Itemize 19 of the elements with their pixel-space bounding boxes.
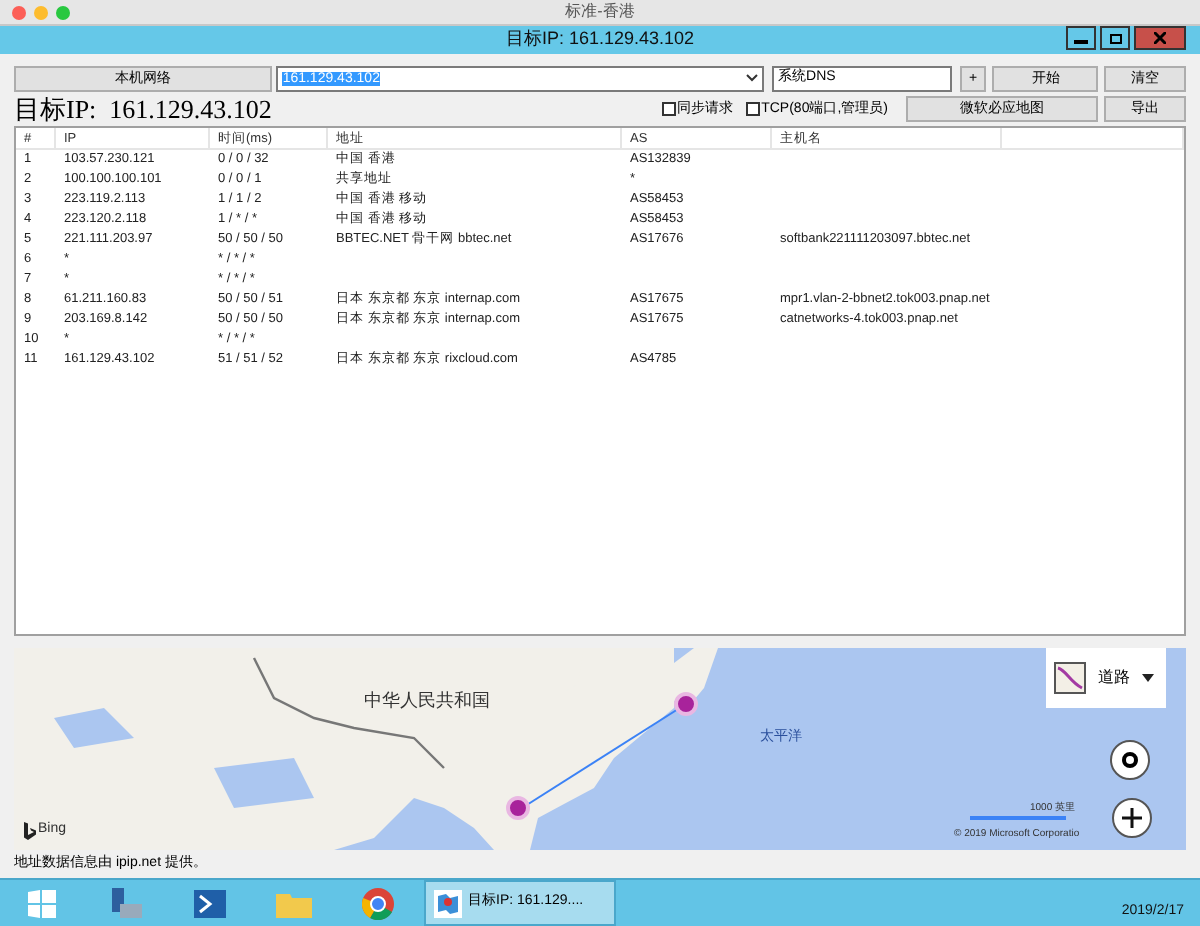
target-ip-heading: 目标IP: 161.129.43.102: [14, 95, 272, 122]
plus-icon: [1122, 808, 1142, 829]
road-map-icon: [1054, 662, 1086, 695]
close-icon: [1154, 32, 1166, 44]
zoom-in-button[interactable]: [1112, 798, 1152, 839]
country-label: 中华人民共和国: [364, 688, 490, 715]
app-title: 目标IP: 161.129.43.102: [505, 26, 695, 53]
location-pin-icon[interactable]: [674, 692, 698, 717]
locate-button[interactable]: [1110, 740, 1150, 781]
minimize-button[interactable]: [1066, 26, 1096, 50]
windows-logo-icon: [28, 889, 56, 917]
map-app-icon: [434, 889, 462, 917]
caret-icon: [1142, 674, 1154, 683]
map-type-button[interactable]: 道路: [1046, 648, 1166, 709]
window-title: 标准-香港: [565, 0, 635, 24]
scale-bar: [970, 816, 1066, 821]
close-button[interactable]: [1134, 26, 1186, 50]
restore-button[interactable]: [1100, 26, 1130, 50]
bing-logo-icon: [24, 822, 36, 841]
